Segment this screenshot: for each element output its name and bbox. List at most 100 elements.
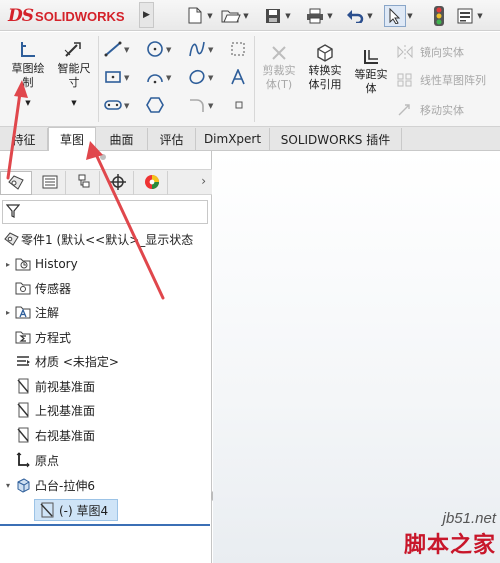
smart-dimension-label: 智能尺: [57, 62, 91, 75]
tree-item-origin[interactable]: 原点: [0, 449, 59, 471]
undo-button[interactable]: ▼: [344, 4, 374, 27]
rebuild-button[interactable]: [428, 4, 450, 27]
sketch-icon: [38, 501, 56, 519]
dropdown-arrow-icon[interactable]: ▼: [124, 46, 129, 54]
dropdown-arrow-icon[interactable]: ▼: [124, 74, 129, 82]
property-manager-tab[interactable]: [34, 171, 66, 195]
tree-item-top-plane[interactable]: 上视基准面: [0, 399, 95, 421]
open-button[interactable]: ▼: [220, 4, 250, 27]
sketch-button[interactable]: 草图绘 制 ▼: [6, 38, 50, 110]
dropdown-arrow-icon[interactable]: ▼: [166, 74, 171, 82]
dropdown-arrow-icon[interactable]: ▼: [206, 12, 214, 20]
watermark-url: jb51.net: [442, 510, 496, 527]
ellipse-icon: [188, 68, 206, 89]
rectangle-tool[interactable]: ▼: [104, 68, 129, 88]
undo-icon: [344, 5, 366, 27]
dropdown-arrow-icon[interactable]: ▼: [166, 46, 171, 54]
tree-root-part[interactable]: 零件1 (默认<<默认>_显示状态: [0, 229, 193, 249]
tab-evaluate[interactable]: 评估: [148, 128, 196, 150]
fillet-tool[interactable]: ▼: [188, 96, 213, 116]
tree-item-label: 上视基准面: [35, 403, 96, 418]
slot-tool[interactable]: ▼: [104, 96, 129, 116]
more-tabs-arrow[interactable]: ›: [201, 174, 206, 188]
dropdown-arrow-icon[interactable]: ▼: [124, 102, 129, 110]
dropdown-arrow-icon[interactable]: ▼: [366, 12, 374, 20]
dropdown-arrow-icon[interactable]: ▼: [242, 12, 250, 20]
dropdown-arrow-icon[interactable]: ▼: [326, 12, 334, 20]
ellipse-tool[interactable]: ▼: [188, 68, 213, 88]
convert-entities-label: 转换实: [308, 64, 342, 77]
tab-addins[interactable]: SOLIDWORKS 插件: [270, 128, 402, 150]
dropdown-arrow-icon[interactable]: ▼: [208, 74, 213, 82]
construction-geometry-tool[interactable]: [230, 40, 246, 60]
tree-item-annotations[interactable]: ▸ 注解: [0, 301, 59, 323]
collapse-arrow-icon[interactable]: ▾: [3, 481, 13, 490]
smart-dimension-icon: [52, 38, 96, 60]
trim-entities-button[interactable]: 剪裁实 体(T): [258, 40, 300, 92]
offset-entities-label: 等距实: [354, 68, 388, 81]
select-button[interactable]: ▼: [384, 4, 414, 27]
dropdown-arrow-icon[interactable]: ▼: [476, 12, 484, 20]
move-entities-button[interactable]: 移动实体: [396, 100, 464, 120]
tree-item-front-plane[interactable]: 前视基准面: [0, 375, 95, 397]
linear-sketch-pattern-button[interactable]: 线性草图阵列: [396, 70, 486, 90]
tab-features[interactable]: 特征: [0, 128, 48, 150]
offset-entities-button[interactable]: 等距实 体: [350, 44, 392, 96]
tree-filter-field[interactable]: [2, 200, 208, 224]
feature-manager-tab[interactable]: [0, 171, 32, 195]
tree-item-label: (-) 草图4: [59, 503, 109, 518]
polygon-tool[interactable]: [146, 96, 164, 116]
text-tool[interactable]: [230, 67, 246, 88]
rollback-bar[interactable]: [0, 524, 210, 526]
solidworks-logo: DS SOLIDWORKS: [8, 6, 125, 26]
arc-icon: [146, 69, 164, 88]
tab-sketch[interactable]: 草图: [48, 127, 96, 151]
tree-item-equations[interactable]: 方程式: [0, 326, 71, 348]
linear-pattern-icon: [396, 73, 414, 87]
dropdown-arrow-icon[interactable]: ▼: [406, 12, 414, 20]
display-manager-tab[interactable]: [136, 171, 168, 195]
convert-entities-button[interactable]: 转换实 体引用: [302, 40, 348, 92]
tab-dimxpert[interactable]: DimXpert: [196, 128, 270, 150]
save-button[interactable]: ▼: [262, 4, 292, 27]
tree-item-right-plane[interactable]: 右视基准面: [0, 424, 95, 446]
new-document-button[interactable]: ▼: [184, 4, 214, 27]
dimxpert-manager-tab[interactable]: [102, 171, 134, 195]
site-watermark: jb51.net 脚本之家: [404, 510, 496, 559]
tree-item-history[interactable]: ▸ History: [0, 253, 78, 275]
spline-tool[interactable]: ▼: [188, 40, 213, 60]
circle-tool[interactable]: ▼: [146, 40, 171, 60]
tree-item-label: 凸台-拉伸6: [35, 478, 95, 493]
tree-item-label: 原点: [35, 453, 60, 468]
dropdown-arrow-icon[interactable]: ▼: [284, 12, 292, 20]
dropdown-arrow-icon[interactable]: ▼: [52, 96, 96, 110]
print-button[interactable]: ▼: [304, 4, 334, 27]
rectangle-icon: [104, 69, 122, 88]
point-tool[interactable]: [234, 96, 244, 116]
dropdown-arrow-icon[interactable]: ▼: [208, 102, 213, 110]
line-tool[interactable]: ▼: [104, 40, 129, 60]
tree-item-boss-extrude[interactable]: ▾ 凸台-拉伸6: [0, 474, 95, 496]
tab-surfaces[interactable]: 曲面: [96, 128, 148, 150]
mirror-icon: [396, 45, 414, 59]
configuration-manager-tab[interactable]: [68, 171, 100, 195]
expand-arrow-icon[interactable]: ▸: [3, 260, 13, 269]
sketch-icon: [6, 38, 50, 60]
panel-grip[interactable]: [100, 154, 106, 160]
extrude-icon: [14, 476, 32, 494]
smart-dimension-button[interactable]: 智能尺 寸 ▼: [52, 38, 96, 110]
spline-icon: [188, 40, 206, 61]
dropdown-arrow-icon[interactable]: ▼: [6, 96, 50, 110]
tree-item-sketch4[interactable]: (-) 草图4: [22, 499, 108, 521]
tree-item-material[interactable]: 材质 <未指定>: [0, 350, 119, 372]
watermark-name: 脚本之家: [403, 533, 496, 558]
mirror-entities-button[interactable]: 镜向实体: [396, 42, 464, 62]
polygon-icon: [146, 96, 164, 117]
graphics-area[interactable]: jb51.net 脚本之家: [213, 151, 500, 563]
arc-tool[interactable]: ▼: [146, 68, 171, 88]
expand-arrow-icon[interactable]: ▸: [3, 308, 13, 317]
menu-expand-button[interactable]: ▶: [139, 2, 154, 28]
options-button[interactable]: ▼: [454, 4, 484, 27]
tree-item-sensors[interactable]: 传感器: [0, 277, 71, 299]
dropdown-arrow-icon[interactable]: ▼: [208, 46, 213, 54]
